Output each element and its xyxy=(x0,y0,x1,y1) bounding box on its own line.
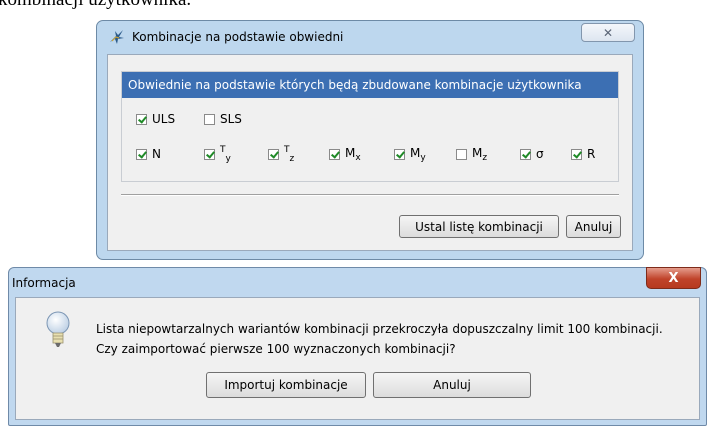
dialog-client-area: Obwiednie na podstawie których będą zbud… xyxy=(107,54,633,251)
message-text: Lista niepowtarzalnych wariantów kombina… xyxy=(96,319,663,359)
checkbox-box[interactable] xyxy=(136,113,147,125)
force-subscript: y xyxy=(225,153,231,164)
force-symbol: M xyxy=(472,145,483,160)
dialog-title: Informacja xyxy=(12,276,76,290)
dialog-titlebar[interactable]: Kombinacje na podstawie obwiedni ✕ xyxy=(97,21,643,51)
checkbox-box[interactable] xyxy=(204,148,215,160)
checkbox-force-n[interactable]: N xyxy=(136,146,161,162)
force-symbol: M xyxy=(345,145,356,160)
checkbox-sls[interactable]: SLS xyxy=(204,111,242,127)
checkbox-box[interactable] xyxy=(394,148,405,160)
checkbox-box[interactable] xyxy=(204,113,215,125)
force-subscript: z xyxy=(482,152,488,163)
dialog-client-area: Lista niepowtarzalnych wariantów kombina… xyxy=(15,297,700,420)
close-button[interactable]: X xyxy=(646,267,701,289)
checkbox-reaction[interactable]: R xyxy=(571,146,595,162)
background-text: kombinacji użytkownika. xyxy=(0,0,191,11)
force-symbol: N xyxy=(152,147,161,161)
close-icon: X xyxy=(668,270,679,286)
message-line-2: Czy zaimportować pierwsze 100 wyznaczony… xyxy=(96,342,456,356)
force-symbol: σ xyxy=(536,147,544,161)
checkbox-force-mx[interactable]: Mx xyxy=(329,145,361,163)
dialog-title: Kombinacje na podstawie obwiedni xyxy=(132,30,344,44)
checkbox-box[interactable] xyxy=(456,148,467,160)
close-button[interactable]: ✕ xyxy=(581,23,635,42)
group-header: Obwiednie na podstawie których będą zbud… xyxy=(122,72,618,98)
import-combinations-button[interactable]: Importuj kombinacje xyxy=(206,372,366,398)
force-subscript: z xyxy=(289,153,295,164)
force-subscript: y xyxy=(420,152,426,163)
checkbox-box[interactable] xyxy=(571,148,582,160)
envelope-combinations-dialog: Kombinacje na podstawie obwiedni ✕ Obwie… xyxy=(96,20,644,260)
checkbox-force-mz[interactable]: Mz xyxy=(456,145,488,163)
message-line-1: Lista niepowtarzalnych wariantów kombina… xyxy=(96,322,663,336)
lightbulb-icon xyxy=(46,311,70,347)
checkbox-uls[interactable]: ULS xyxy=(136,111,175,127)
information-dialog: Informacja X Lista niepowtarzalnych wari… xyxy=(8,267,707,426)
force-subscript: x xyxy=(355,152,361,163)
envelopes-group: Obwiednie na podstawie których będą zbud… xyxy=(121,71,619,182)
checkbox-label: ULS xyxy=(152,112,176,126)
separator xyxy=(121,194,619,196)
checkbox-box[interactable] xyxy=(329,148,340,160)
cancel-button[interactable]: Anuluj xyxy=(373,372,531,398)
close-icon: ✕ xyxy=(602,25,614,40)
checkbox-force-ty[interactable]: Ty xyxy=(204,145,231,164)
checkbox-box[interactable] xyxy=(268,148,279,160)
checkbox-force-tz[interactable]: Tz xyxy=(268,145,295,164)
checkbox-box[interactable] xyxy=(136,148,147,160)
checkbox-box[interactable] xyxy=(520,148,531,160)
force-symbol: M xyxy=(410,145,421,160)
checkbox-force-my[interactable]: My xyxy=(394,145,426,163)
cancel-button[interactable]: Anuluj xyxy=(566,215,621,238)
checkbox-label: SLS xyxy=(220,112,242,126)
force-symbol: R xyxy=(587,147,596,161)
set-combination-list-button[interactable]: Ustal listę kombinacji xyxy=(399,215,559,238)
checkbox-sigma[interactable]: σ xyxy=(520,146,544,162)
app-icon xyxy=(110,30,124,44)
